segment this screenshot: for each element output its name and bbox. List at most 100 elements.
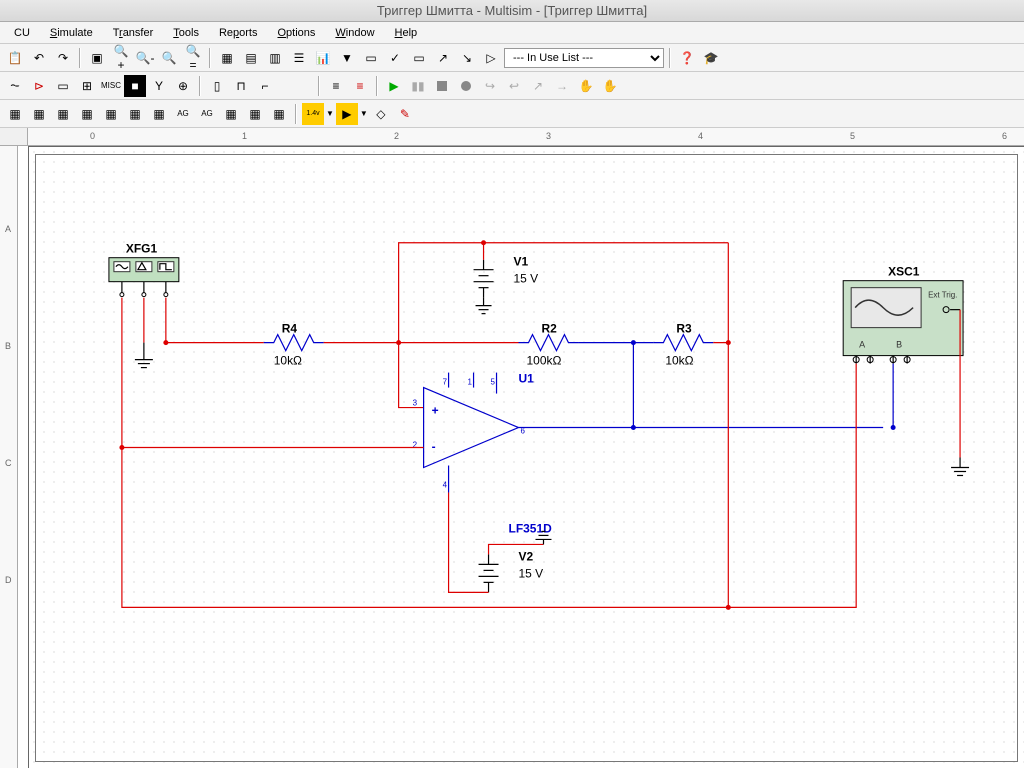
in-use-list[interactable]: --- In Use List ---	[504, 48, 664, 68]
help-icon[interactable]: ❓	[676, 47, 698, 69]
menu-tools[interactable]: Tools	[163, 24, 209, 42]
svg-text:B: B	[896, 340, 902, 350]
pause-button[interactable]: ▮▮	[407, 75, 429, 97]
component-r3[interactable]: R3 10kΩ	[653, 322, 713, 368]
stepout-icon[interactable]: ↗	[527, 75, 549, 97]
run-button[interactable]: ▶	[383, 75, 405, 97]
network-icon[interactable]: ▶	[336, 103, 358, 125]
stepinto-icon[interactable]: ↩	[503, 75, 525, 97]
stepover-icon[interactable]: →	[551, 75, 573, 97]
tek-icon[interactable]: ✎	[394, 103, 416, 125]
circuit-svg: XFG1	[29, 147, 1024, 768]
opamp-icon[interactable]: ⊞	[76, 75, 98, 97]
database-icon[interactable]: ▥	[264, 47, 286, 69]
stop-button[interactable]	[431, 75, 453, 97]
postproc-icon[interactable]: ▼	[336, 47, 358, 69]
schematic-canvas[interactable]: XFG1	[28, 146, 1024, 768]
svg-text:5: 5	[491, 378, 496, 387]
diode-icon[interactable]: ⊳	[28, 75, 50, 97]
rf-icon[interactable]: Y	[148, 75, 170, 97]
component-xfg1[interactable]: XFG1	[109, 242, 179, 297]
menu-reports[interactable]: Reports	[209, 24, 268, 42]
multimeter-icon[interactable]: ▦	[4, 103, 26, 125]
forward-icon[interactable]: ↘	[456, 47, 478, 69]
spectrum-icon[interactable]: 1.4v	[302, 103, 324, 125]
spreadsheet-icon[interactable]: ▦	[216, 47, 238, 69]
component-v1[interactable]: V1 15 V	[474, 255, 539, 314]
dist-icon[interactable]: ▦	[268, 103, 290, 125]
backann-icon[interactable]: ↗	[432, 47, 454, 69]
zoomout-button[interactable]: 🔍-	[134, 47, 156, 69]
workspace: 0 1 2 3 4 5 6 A B C D XFG1	[0, 128, 1024, 768]
ruler-horizontal: 0 1 2 3 4 5 6	[28, 128, 1024, 146]
record-button[interactable]	[455, 75, 477, 97]
svg-text:3: 3	[413, 399, 418, 408]
menu-simulate[interactable]: Simulate	[40, 24, 103, 42]
find-icon[interactable]: ▷	[480, 47, 502, 69]
logic-icon[interactable]: AG	[196, 103, 218, 125]
svg-text:XFG1: XFG1	[126, 242, 158, 256]
grapher-icon[interactable]: 📊	[312, 47, 334, 69]
redo-button[interactable]: ↷	[52, 47, 74, 69]
zoomarea-button[interactable]: 🔍	[158, 47, 180, 69]
ground-xfg1[interactable]	[135, 298, 153, 368]
capture-icon[interactable]: ▭	[408, 47, 430, 69]
svg-text:V1: V1	[514, 255, 529, 269]
fullscreen-button[interactable]: ▣	[86, 47, 108, 69]
step-icon[interactable]: ↪	[479, 75, 501, 97]
agilent-icon[interactable]: ◇	[370, 103, 392, 125]
component-r2[interactable]: R2 100kΩ	[519, 322, 579, 368]
window-title: Триггер Шмитта - Multisim - [Триггер Шми…	[0, 0, 1024, 22]
menu-cu[interactable]: CU	[4, 24, 40, 42]
bus-icon[interactable]: ⌐	[254, 75, 276, 97]
menu-options[interactable]: Options	[267, 24, 325, 42]
hand2-icon[interactable]: ✋	[599, 75, 621, 97]
component-u1[interactable]: + - U1 LF351D 7 1 5 3 2 6 4	[413, 372, 552, 536]
svg-text:10kΩ: 10kΩ	[274, 354, 302, 368]
logic2-icon[interactable]: ▦	[220, 103, 242, 125]
freq-icon[interactable]: ▦	[148, 103, 170, 125]
toolbar-components: ⏦ ⊳ ▭ ⊞ MISC ■ Y ⊕ ▯ ⊓ ⌐ ≡ ≡ ▶ ▮▮ ↪ ↩ ↗ …	[0, 72, 1024, 100]
bode-icon[interactable]: ▦	[124, 103, 146, 125]
list-icon[interactable]: ☰	[288, 47, 310, 69]
indicator-icon[interactable]: ■	[124, 75, 146, 97]
ic-icon[interactable]: ▯	[206, 75, 228, 97]
svg-text:+: +	[432, 404, 439, 418]
misc-icon[interactable]: MISC	[100, 75, 122, 97]
menu-help[interactable]: Help	[385, 24, 428, 42]
paste-button[interactable]: 📋	[4, 47, 26, 69]
undo-button[interactable]: ↶	[28, 47, 50, 69]
wordgen-icon[interactable]: AG	[172, 103, 194, 125]
component-xsc1[interactable]: XSC1 Ext Trig. A B	[843, 265, 963, 364]
svg-text:7: 7	[443, 378, 448, 387]
electromech-icon[interactable]: ⊕	[172, 75, 194, 97]
svg-text:A: A	[859, 340, 865, 350]
zoomfit-button[interactable]: 🔍=	[182, 47, 204, 69]
svg-text:R2: R2	[541, 322, 557, 336]
ruler-corner	[0, 128, 28, 146]
parent-icon[interactable]: ▭	[360, 47, 382, 69]
component-r4[interactable]: R4 10kΩ	[264, 322, 324, 368]
4ch-scope-icon[interactable]: ▦	[100, 103, 122, 125]
component-v2[interactable]: V2 15 V	[479, 549, 544, 592]
zoomin-button[interactable]: 🔍+	[110, 47, 132, 69]
edu-icon[interactable]: 🎓	[700, 47, 722, 69]
iv-icon[interactable]: ▦	[244, 103, 266, 125]
svg-text:U1: U1	[519, 372, 535, 386]
svg-text:10kΩ: 10kΩ	[665, 354, 693, 368]
svg-text:Ext Trig.: Ext Trig.	[928, 291, 957, 300]
hierarchy2-icon[interactable]: ≡	[349, 75, 371, 97]
wattmeter-icon[interactable]: ▦	[52, 103, 74, 125]
connector-icon[interactable]: ⊓	[230, 75, 252, 97]
scope-icon[interactable]: ▦	[76, 103, 98, 125]
toolbar-instruments: ▦ ▦ ▦ ▦ ▦ ▦ ▦ AG AG ▦ ▦ ▦ 1.4v ▼ ▶ ▼ ◇ ✎	[0, 100, 1024, 128]
menu-window[interactable]: Window	[325, 24, 384, 42]
funcgen-icon[interactable]: ▦	[28, 103, 50, 125]
source-icon[interactable]: ⏦	[4, 75, 26, 97]
hierarchy-icon[interactable]: ≡	[325, 75, 347, 97]
menu-transfer[interactable]: Transfer	[103, 24, 164, 42]
elec-rules-icon[interactable]: ✓	[384, 47, 406, 69]
hand-icon[interactable]: ✋	[575, 75, 597, 97]
transistor-icon[interactable]: ▭	[52, 75, 74, 97]
grid-icon[interactable]: ▤	[240, 47, 262, 69]
